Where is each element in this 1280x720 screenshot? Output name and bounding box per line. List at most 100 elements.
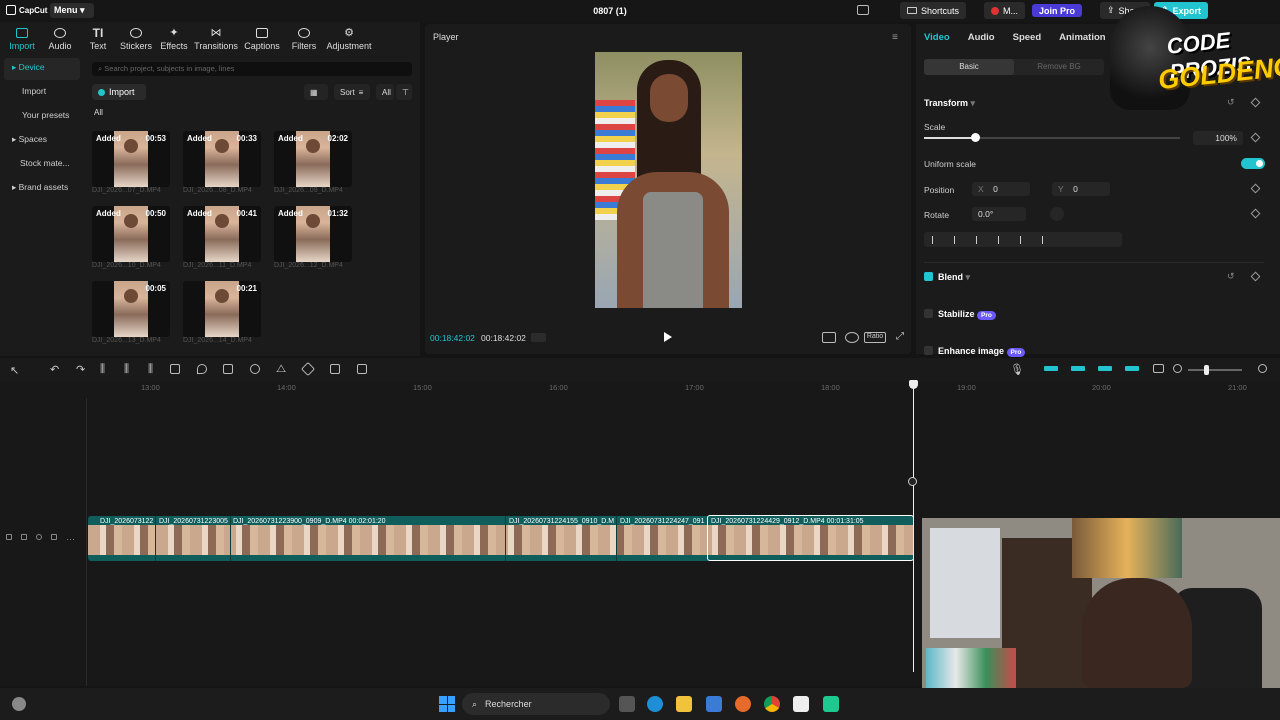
redo-icon[interactable]: ↷: [76, 363, 85, 376]
subtab-basic[interactable]: Basic: [924, 59, 1014, 75]
sidebar-item-presets[interactable]: Your presets: [4, 106, 80, 128]
media-item[interactable]: Added 00:50 DJI_2026...10_D.MP4: [92, 206, 182, 269]
zoom-slider-handle[interactable]: [1204, 365, 1209, 375]
taskbar-search[interactable]: ⌕ Rechercher: [462, 693, 610, 715]
microphone-icon[interactable]: 🎙: [1010, 363, 1024, 376]
split-right-icon[interactable]: ⫼: [148, 363, 153, 376]
tab-text[interactable]: TI Text: [79, 22, 117, 56]
edge-icon[interactable]: [647, 696, 663, 712]
zoom-out-icon[interactable]: [1173, 364, 1182, 373]
split-icon[interactable]: ⫼: [100, 363, 105, 376]
play-icon[interactable]: [664, 332, 672, 342]
import-button[interactable]: Import: [92, 84, 146, 100]
account-button[interactable]: M...: [984, 2, 1025, 19]
view-toggle[interactable]: ▦: [304, 84, 328, 100]
tab-adjustment[interactable]: ⚙ Adjustment: [323, 22, 375, 56]
search-input[interactable]: ⌕ Search project, subjects in image, lin…: [92, 62, 412, 76]
file-explorer-icon[interactable]: [676, 696, 692, 712]
task-view-icon[interactable]: [619, 696, 635, 712]
enhance-image-title[interactable]: Enhance image Pro: [938, 346, 1026, 357]
blend-title[interactable]: Blend ▾: [938, 272, 970, 283]
widgets-icon[interactable]: [12, 697, 26, 711]
tab-effects[interactable]: ✦ Effects: [155, 22, 193, 56]
clip-label[interactable]: DJI_20260731223005: [159, 518, 229, 525]
sidebar-item-device[interactable]: ▸ Device: [4, 58, 80, 80]
zoom-icon[interactable]: [845, 332, 859, 343]
position-x-input[interactable]: X 0: [972, 182, 1030, 196]
zoom-in-icon[interactable]: [1258, 364, 1267, 373]
audio-mute-icon[interactable]: [51, 534, 57, 540]
enhance-image-checkbox[interactable]: [924, 346, 933, 355]
playhead[interactable]: [913, 384, 914, 672]
tab-video[interactable]: Video: [924, 32, 950, 43]
tab-audio-props[interactable]: Audio: [968, 32, 995, 43]
more-icon[interactable]: ⋯: [66, 534, 75, 544]
sidebar-item-stock[interactable]: Stock mate...: [4, 154, 80, 176]
cover-icon[interactable]: [6, 534, 12, 540]
eye-icon[interactable]: [36, 534, 42, 540]
expand-icon[interactable]: ⤢: [896, 331, 904, 342]
preview-axis-icon[interactable]: [1125, 366, 1139, 371]
tab-animation[interactable]: Animation: [1059, 32, 1105, 43]
lock-icon[interactable]: [21, 534, 27, 540]
scale-slider-handle[interactable]: [971, 133, 980, 142]
video-preview[interactable]: [595, 52, 742, 308]
media-item[interactable]: Added 00:53 DJI_2026...07_D.MP4: [92, 131, 182, 194]
reset-icon[interactable]: ↺: [1227, 97, 1235, 108]
media-item[interactable]: Added 02:02 DJI_2026...09_D.MP4: [274, 131, 364, 194]
blend-checkbox[interactable]: [924, 272, 933, 281]
auto-snapping-icon[interactable]: [1071, 366, 1085, 371]
transform-title[interactable]: Transform ▾: [924, 98, 975, 109]
stabilize-title[interactable]: Stabilize Pro: [938, 309, 996, 320]
sort-button[interactable]: Sort ≡: [334, 84, 370, 100]
clip-label[interactable]: DJI_20260731223900_0909_D.MP4 00:02:01:2…: [233, 518, 503, 525]
all-filter-button[interactable]: All: [376, 84, 394, 100]
align-right-icon[interactable]: [976, 235, 984, 244]
position-y-input[interactable]: Y 0: [1052, 182, 1110, 196]
shortcuts-button[interactable]: Shortcuts: [900, 2, 967, 19]
playhead-handle[interactable]: [909, 380, 918, 389]
auto-reframe-icon[interactable]: [357, 364, 367, 374]
clip-label[interactable]: DJI_2026073122: [100, 518, 154, 525]
main-track-magnet-icon[interactable]: [1044, 366, 1058, 371]
stabilize-checkbox[interactable]: [924, 309, 933, 318]
media-item[interactable]: Added 01:32 DJI_2026...12_D.MP4: [274, 206, 364, 269]
store-icon[interactable]: [706, 696, 722, 712]
caption-icon[interactable]: [1153, 364, 1164, 373]
app-icon[interactable]: [823, 696, 839, 712]
clip-label[interactable]: DJI_20260731224155_0910_D.M: [509, 518, 615, 525]
tab-filters[interactable]: Filters: [285, 22, 323, 56]
join-pro-button[interactable]: Join Pro: [1032, 4, 1083, 17]
linkage-icon[interactable]: [1098, 366, 1112, 371]
sidebar-item-brand-assets[interactable]: ▸ Brand assets: [4, 178, 80, 200]
delete-icon[interactable]: [170, 364, 180, 374]
tab-transitions[interactable]: ⋈ Transitions: [193, 22, 239, 56]
split-left-icon[interactable]: ⫼: [124, 363, 129, 376]
layout-icon[interactable]: [857, 5, 869, 15]
marker-icon[interactable]: [197, 364, 207, 374]
undo-icon[interactable]: ↶: [50, 363, 59, 376]
uniform-scale-toggle[interactable]: [1241, 158, 1265, 169]
align-middle-icon[interactable]: [1020, 235, 1028, 244]
crop-icon[interactable]: [330, 364, 340, 374]
select-cursor-icon[interactable]: ↖: [10, 364, 19, 377]
sidebar-item-spaces[interactable]: ▸ Spaces: [4, 130, 80, 152]
firefox-icon[interactable]: [735, 696, 751, 712]
scale-value-input[interactable]: 100%: [1193, 131, 1243, 145]
tab-captions[interactable]: Captions: [239, 22, 285, 56]
align-left-icon[interactable]: [932, 235, 940, 244]
ratio-button[interactable]: Ratio: [864, 332, 886, 343]
align-top-icon[interactable]: [998, 235, 1006, 244]
tab-audio[interactable]: Audio: [41, 22, 79, 56]
rotate-input[interactable]: 0.0°: [972, 207, 1026, 221]
media-item[interactable]: 00:05 DJI_2026...13_D.MP4: [92, 281, 182, 344]
rotate-dial-icon[interactable]: [1050, 207, 1064, 221]
reverse-icon[interactable]: [250, 364, 260, 374]
sidebar-item-import[interactable]: Import: [4, 82, 80, 104]
reset-icon[interactable]: ↺: [1227, 271, 1235, 282]
chrome-icon[interactable]: [764, 696, 780, 712]
tab-speed[interactable]: Speed: [1013, 32, 1042, 43]
tab-stickers[interactable]: Stickers: [117, 22, 155, 56]
mirror-icon[interactable]: ⧍: [276, 363, 286, 376]
align-center-icon[interactable]: [954, 235, 962, 244]
